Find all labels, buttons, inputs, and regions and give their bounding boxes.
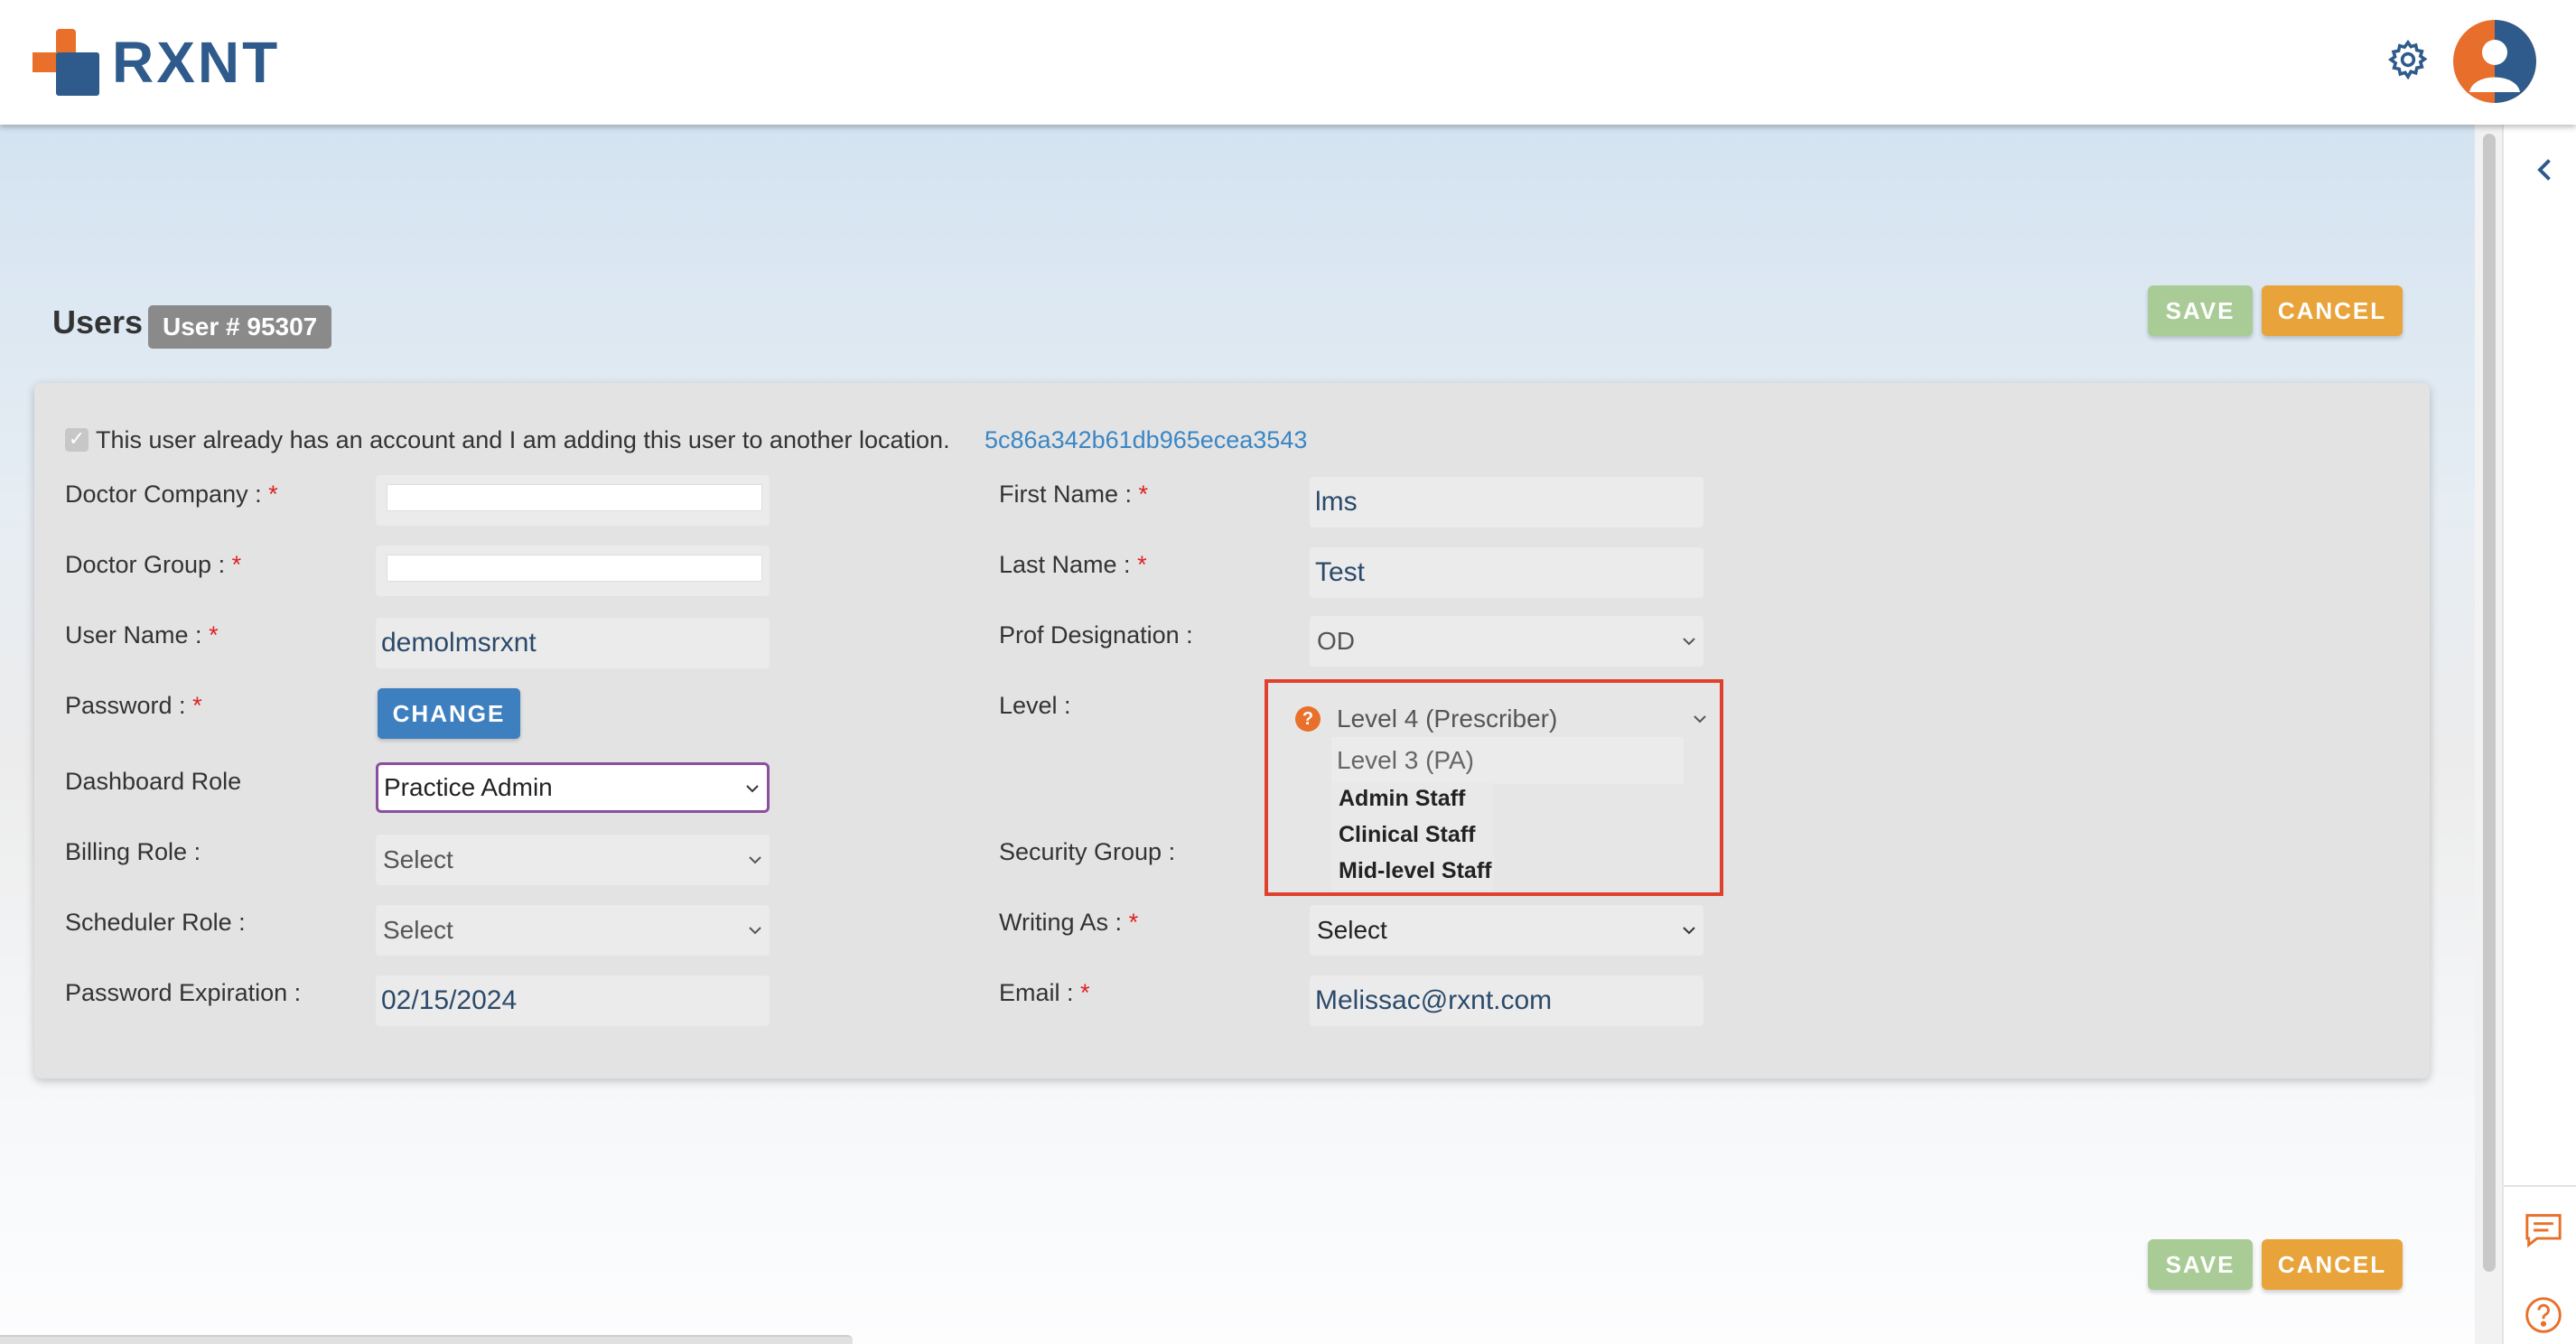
prof-designation-select[interactable]: OD — [1310, 616, 1703, 667]
user-id-badge: User # 95307 — [148, 305, 332, 349]
chevron-down-icon — [1683, 927, 1695, 935]
doctor-company-field[interactable] — [376, 475, 770, 526]
user-name-label: User Name : * — [65, 621, 219, 649]
logo-mark-icon — [33, 29, 99, 96]
level-option[interactable]: Mid-level Staff — [1339, 858, 1491, 884]
sidebar-divider — [2504, 1185, 2576, 1187]
prof-designation-value: OD — [1317, 627, 1355, 655]
last-name-field[interactable]: Test — [1310, 547, 1703, 598]
level-option[interactable]: Level 3 (PA) — [1331, 737, 1684, 784]
password-expiration-label: Password Expiration : — [65, 979, 302, 1006]
dashboard-role-select[interactable]: Practice Admin — [376, 762, 770, 813]
bottom-panel-edge — [0, 1335, 853, 1344]
save-button-top[interactable]: SAVE — [2148, 285, 2253, 336]
doctor-group-field[interactable] — [376, 546, 770, 596]
level-option[interactable]: Admin Staff — [1339, 786, 1465, 812]
rxnt-logo[interactable]: RXNT — [33, 29, 280, 96]
chevron-down-icon — [749, 927, 761, 935]
chevron-down-icon — [749, 856, 761, 864]
top-bar: RXNT — [0, 0, 2576, 125]
email-label: Email : * — [999, 979, 1090, 1006]
scheduler-role-label: Scheduler Role : — [65, 909, 246, 936]
first-name-label: First Name : * — [999, 481, 1149, 508]
billing-role-value: Select — [383, 845, 453, 873]
chat-icon[interactable] — [2524, 1212, 2563, 1248]
prof-designation-label: Prof Designation : — [999, 621, 1193, 649]
avatar[interactable] — [2453, 20, 2536, 103]
chevron-down-icon — [1683, 638, 1695, 646]
change-password-button[interactable]: CHANGE — [378, 688, 520, 739]
logo-text: RXNT — [112, 30, 281, 95]
doctor-company-label: Doctor Company : * — [65, 481, 278, 508]
email-field[interactable]: Melissac@rxnt.com — [1310, 975, 1703, 1026]
existing-account-label: This user already has an account and I a… — [96, 426, 950, 453]
save-button-bottom[interactable]: SAVE — [2148, 1239, 2253, 1290]
last-name-label: Last Name : * — [999, 551, 1147, 578]
level-label: Level : — [999, 692, 1071, 719]
billing-role-label: Billing Role : — [65, 838, 201, 865]
existing-account-checkbox[interactable]: ✓ — [65, 428, 89, 452]
writing-as-select[interactable]: Select — [1310, 905, 1703, 956]
doctor-group-label: Doctor Group : * — [65, 551, 242, 578]
password-expiration-field[interactable]: 02/15/2024 — [376, 975, 770, 1026]
gear-icon[interactable] — [2386, 38, 2430, 81]
right-sidebar — [2502, 125, 2576, 1344]
doctor-group-input[interactable] — [387, 555, 762, 582]
level-option[interactable]: Clinical Staff — [1339, 822, 1475, 848]
first-name-field[interactable]: lms — [1310, 477, 1703, 527]
security-group-label: Security Group : — [999, 838, 1176, 865]
writing-as-value: Select — [1317, 916, 1387, 944]
page-title: Users — [52, 303, 144, 341]
dashboard-role-value: Practice Admin — [384, 773, 553, 801]
cancel-button-bottom[interactable]: CANCEL — [2262, 1239, 2403, 1290]
user-avatar-icon — [2469, 20, 2536, 103]
help-icon[interactable] — [2524, 1295, 2563, 1335]
scheduler-role-value: Select — [383, 916, 453, 944]
billing-role-select[interactable]: Select — [376, 835, 770, 885]
writing-as-label: Writing As : * — [999, 909, 1139, 936]
chevron-left-icon[interactable] — [2529, 154, 2562, 186]
doctor-company-input[interactable] — [387, 484, 762, 511]
account-id-link[interactable]: 5c86a342b61db965ecea3543 — [985, 426, 1307, 454]
chevron-down-icon — [746, 785, 759, 793]
dashboard-role-label: Dashboard Role — [65, 768, 242, 795]
level-selected-value: Level 4 (Prescriber) — [1337, 705, 1558, 733]
password-label: Password : * — [65, 692, 202, 719]
user-name-field[interactable]: demolmsrxnt — [376, 618, 770, 668]
scheduler-role-select[interactable]: Select — [376, 905, 770, 956]
cancel-button-top[interactable]: CANCEL — [2262, 285, 2403, 336]
chevron-down-icon — [1694, 715, 1706, 723]
scrollbar-thumb[interactable] — [2483, 134, 2496, 1272]
